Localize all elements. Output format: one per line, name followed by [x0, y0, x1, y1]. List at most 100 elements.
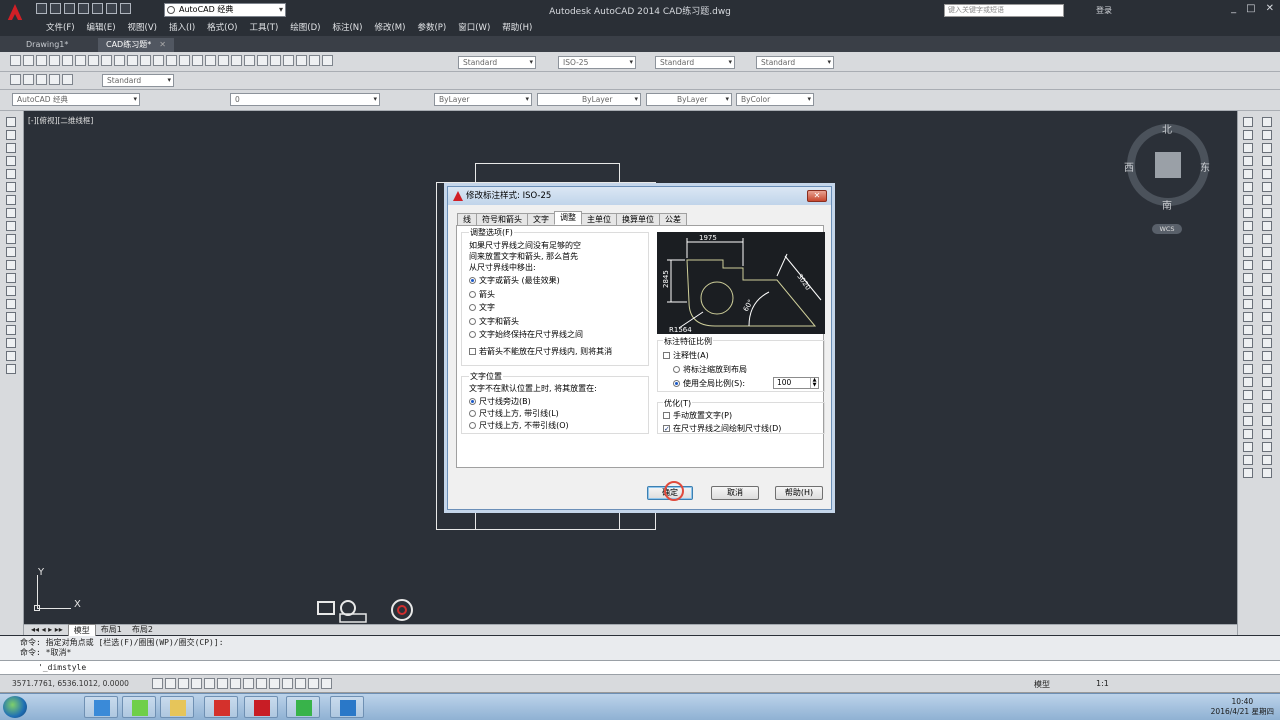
tab-tolerances[interactable]: 公差	[659, 213, 687, 225]
manual-text-checkbox[interactable]	[663, 412, 670, 419]
scale-to-layout-radio[interactable]	[673, 366, 680, 373]
offset-icon[interactable]	[1262, 156, 1272, 166]
plotstyle-select[interactable]: ByColor ▾	[736, 93, 814, 106]
fillet-icon[interactable]	[1262, 312, 1272, 322]
rectangle-icon[interactable]	[6, 169, 16, 179]
dim-text-edit-icon[interactable]	[1243, 351, 1253, 361]
dim-space-icon[interactable]	[1243, 260, 1253, 270]
cancel-button[interactable]: 取消	[711, 486, 759, 500]
help-button[interactable]: 帮助(H)	[775, 486, 823, 500]
placement-radio-leader[interactable]	[469, 410, 476, 417]
wcs-menu[interactable]: WCS	[1152, 224, 1182, 234]
close-icon[interactable]: ✕	[807, 190, 827, 202]
ellipse-arc-icon[interactable]	[6, 247, 16, 257]
taskbar-app-wechat[interactable]	[122, 696, 156, 718]
ducs-icon[interactable]	[243, 678, 254, 689]
dim-update-icon[interactable]	[1243, 364, 1253, 374]
markup-icon[interactable]	[296, 55, 307, 66]
workspace-combo[interactable]: AutoCAD 经典 ▾	[12, 93, 140, 106]
center-mark-icon[interactable]	[1243, 299, 1253, 309]
annotative-checkbox[interactable]	[663, 352, 670, 359]
menu-insert[interactable]: 插入(I)	[163, 20, 201, 36]
taskbar-app-solidworks[interactable]	[204, 696, 238, 718]
overall-scale-input[interactable]: 100 ▲ ▼	[773, 377, 819, 389]
tab-lines[interactable]: 线	[457, 213, 477, 225]
qp-icon[interactable]	[295, 678, 306, 689]
table-style-select[interactable]: Standard ▾	[655, 56, 735, 69]
dyn-icon[interactable]	[256, 678, 267, 689]
xline-icon[interactable]	[6, 130, 16, 140]
fit-radio-always-keep[interactable]	[469, 331, 476, 338]
paste-icon[interactable]	[127, 55, 138, 66]
tab-cad-practice[interactable]: CAD练习题* ✕	[98, 38, 174, 52]
fit-radio-text[interactable]	[469, 304, 476, 311]
menu-tools[interactable]: 工具(T)	[243, 20, 284, 36]
copy-icon[interactable]	[114, 55, 125, 66]
manual-text-label[interactable]: 手动放置文字(P)	[673, 410, 732, 421]
fit-option-label[interactable]: 文字始终保持在尺寸界线之间	[479, 329, 583, 340]
linetype-select[interactable]: ByLayer ▾	[537, 93, 641, 106]
baseline-dim-icon[interactable]	[1243, 234, 1253, 244]
taskbar-app-autocad[interactable]	[244, 696, 278, 718]
fit-option-label[interactable]: 箭头	[479, 289, 495, 300]
open-icon[interactable]	[23, 55, 34, 66]
block-icon[interactable]	[153, 55, 164, 66]
menu-format[interactable]: 格式(O)	[201, 20, 243, 36]
dim-style-select[interactable]: ISO-25 ▾	[558, 56, 636, 69]
mtext-icon[interactable]	[1243, 390, 1253, 400]
3d-osnap-icon[interactable]	[217, 678, 228, 689]
scale-to-layout-label[interactable]: 将标注缩放到布局	[683, 364, 747, 375]
jogged-linear-icon[interactable]	[1243, 325, 1253, 335]
print-icon[interactable]	[49, 55, 60, 66]
rotate-icon[interactable]	[1262, 195, 1272, 205]
preview-icon[interactable]	[62, 55, 73, 66]
tab-fit[interactable]: 调整	[554, 211, 582, 225]
text-style-select[interactable]: Standard ▾	[458, 56, 536, 69]
erase-icon[interactable]	[1262, 117, 1272, 127]
spinner-arrows-icon[interactable]: ▲ ▼	[810, 378, 818, 388]
3d-print-icon[interactable]	[88, 55, 99, 66]
placement-radio-no-leader[interactable]	[469, 422, 476, 429]
annotative-label[interactable]: 注释性(A)	[673, 350, 709, 361]
menu-modify[interactable]: 修改(M)	[368, 20, 411, 36]
system-clock[interactable]: 10:40 2016/4/21 星期四	[1211, 697, 1274, 717]
insert-block-icon[interactable]	[6, 260, 16, 270]
table-icon[interactable]	[6, 338, 16, 348]
hatch-icon[interactable]	[6, 299, 16, 309]
text-style-icon[interactable]	[1243, 403, 1253, 413]
command-line-input[interactable]: '_dimstyle	[0, 660, 1280, 675]
taskbar-app-explorer[interactable]	[84, 696, 118, 718]
fit-option-label[interactable]: 文字和箭头	[479, 316, 519, 327]
publish-icon[interactable]	[75, 55, 86, 66]
color-select[interactable]: ByLayer ▾	[434, 93, 532, 106]
justify-text-icon[interactable]	[1243, 455, 1253, 465]
overall-scale-label[interactable]: 使用全局比例(S):	[683, 378, 745, 389]
zoom-window-icon[interactable]	[218, 55, 229, 66]
shade-icon[interactable]	[62, 74, 73, 85]
visual-style-select[interactable]: Standard ▾	[102, 74, 174, 87]
spline-icon[interactable]	[6, 221, 16, 231]
login-button[interactable]: 登录	[1096, 5, 1112, 16]
taskbar-app-word[interactable]	[330, 696, 364, 718]
viewcube[interactable]	[1127, 124, 1209, 206]
placement-option-label[interactable]: 尺寸线旁边(B)	[479, 396, 531, 407]
mirror-icon[interactable]	[1262, 143, 1272, 153]
move-icon[interactable]	[1262, 182, 1272, 192]
transparency-icon[interactable]	[282, 678, 293, 689]
placement-option-label[interactable]: 尺寸线上方, 带引线(L)	[479, 408, 559, 419]
am-icon[interactable]	[321, 678, 332, 689]
fit-option-label[interactable]: 文字	[479, 302, 495, 313]
layer-match-icon[interactable]	[1262, 442, 1272, 452]
convert-icon[interactable]	[1243, 468, 1253, 478]
region-icon[interactable]	[6, 325, 16, 335]
continue-dim-icon[interactable]	[1243, 247, 1253, 257]
aligned-dim-icon[interactable]	[1243, 130, 1253, 140]
send-back-icon[interactable]	[1262, 377, 1272, 387]
osnap-icon[interactable]	[204, 678, 215, 689]
layer-icon[interactable]	[1262, 416, 1272, 426]
ellipse-icon[interactable]	[6, 234, 16, 244]
spell-icon[interactable]	[1243, 429, 1253, 439]
arc-length-icon[interactable]	[1243, 143, 1253, 153]
snap-icon[interactable]	[152, 678, 163, 689]
dim-break-icon[interactable]	[1243, 273, 1253, 283]
